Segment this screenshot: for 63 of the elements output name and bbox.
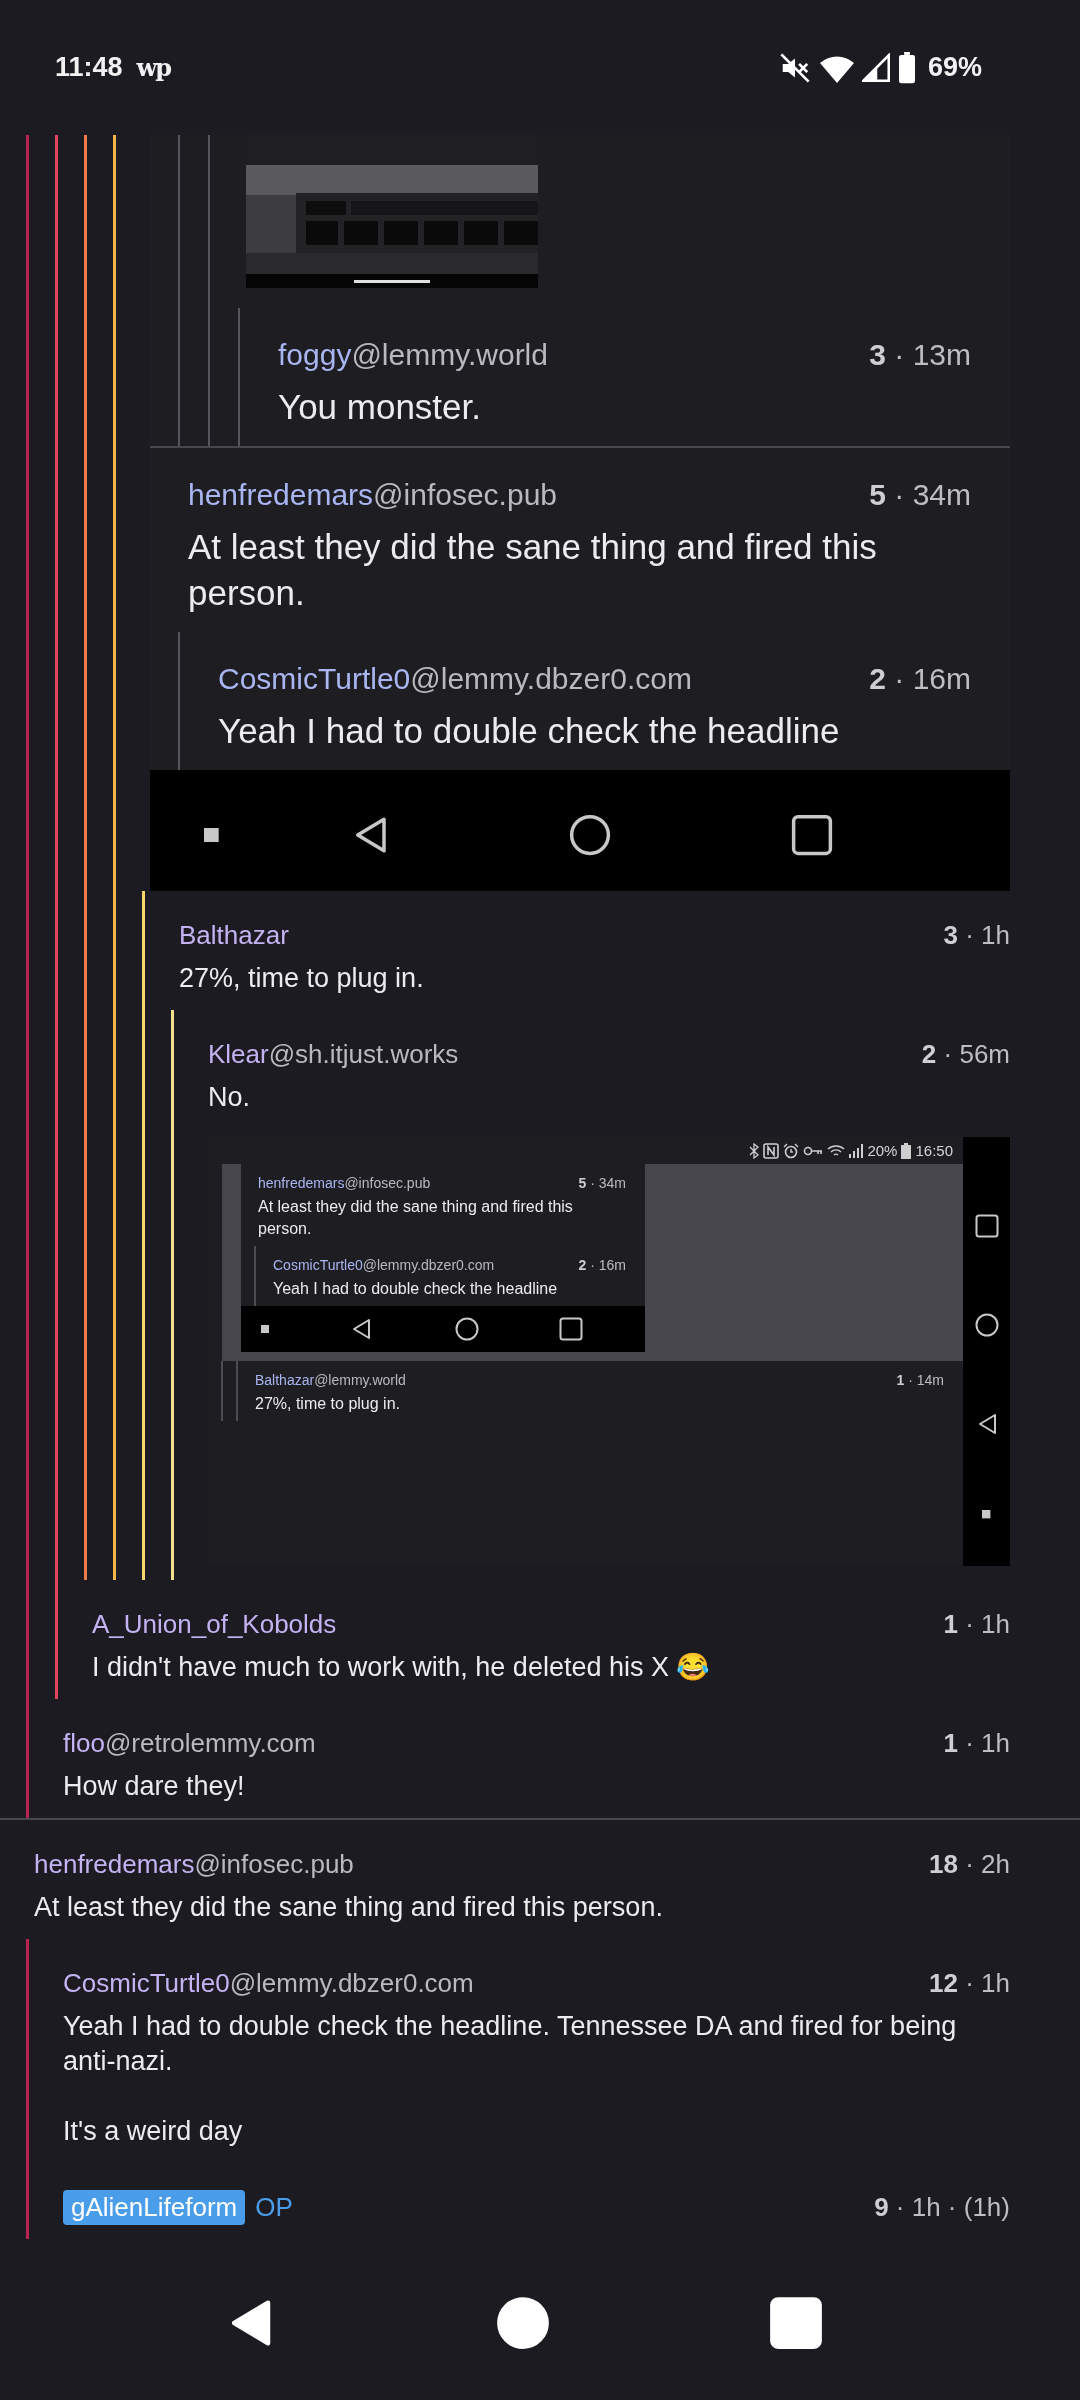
username[interactable]: henfredemars@infosec.pub <box>34 1848 354 1880</box>
alarm-icon <box>783 1142 800 1159</box>
score-and-age: 2 · 16m <box>869 662 971 696</box>
comment-text: 27%, time to plug in. <box>179 962 425 995</box>
username[interactable]: Klear@sh.itjust.works <box>208 1038 459 1070</box>
home-icon <box>455 1317 480 1341</box>
username[interactable]: Balthazar@lemmy.world <box>255 1372 406 1388</box>
recents-icon <box>790 814 833 856</box>
recents-icon <box>974 1214 999 1239</box>
comment-text: You monster. <box>278 386 482 428</box>
square-icon <box>982 1510 991 1519</box>
wifi-icon <box>827 1143 846 1158</box>
username[interactable]: floo@retrolemmy.com <box>63 1727 316 1759</box>
comment-text: Yeah I had to double check the headline. Tennessee DA and fired for being anti-nazi. <box>63 2010 958 2078</box>
username[interactable]: foggy@lemmy.world <box>278 338 548 372</box>
score-and-age: 1 · 1h <box>943 1727 1010 1759</box>
score-and-age: 2 · 16m <box>578 1257 626 1273</box>
comment-text: 27%, time to plug in. <box>255 1394 401 1414</box>
username[interactable]: A_Union_of_Kobolds <box>92 1608 337 1640</box>
signal-icon <box>861 52 890 83</box>
clock-time: 11:48 <box>55 52 123 83</box>
comment-text: At least they did the sane thing and fired this person. <box>188 526 878 614</box>
home-icon <box>496 2295 550 2350</box>
comment-text: At least they did the sane thing and fired this person. <box>34 1891 664 1924</box>
clock-time: 16:50 <box>915 1142 953 1159</box>
score-and-age: 1 · 1h <box>943 1608 1010 1640</box>
comment-text: Yeah I had to double check the headline <box>273 1279 559 1299</box>
comment-text: It's a weird day <box>63 2115 244 2148</box>
battery-level: 69% <box>927 52 982 83</box>
username[interactable]: CosmicTurtle0@lemmy.dbzer0.com <box>63 1967 474 1999</box>
battery-icon <box>901 1142 912 1159</box>
comment-text: How dare they! <box>63 1770 246 1803</box>
signal-icon <box>849 1143 864 1158</box>
app-logo: wp <box>136 53 171 82</box>
square-icon <box>261 1324 270 1334</box>
score-and-age: 3 · 1h <box>943 919 1010 951</box>
score-and-age: 12 · 1h <box>929 1967 1010 1999</box>
score-and-age: 5 · 34m <box>578 1175 626 1191</box>
comment-text: No. <box>208 1081 252 1114</box>
battery-level: 20% <box>867 1142 898 1159</box>
score-and-age: 9 · 1h · (1h) <box>874 2191 1010 2223</box>
score-and-age: 18 · 2h <box>929 1848 1010 1880</box>
battery-icon <box>897 51 916 84</box>
username[interactable]: henfredemars@infosec.pub <box>258 1175 431 1191</box>
recents-icon <box>769 2295 823 2350</box>
comment-text: I didn't have much to work with, he deleted his X 😂 <box>92 1651 712 1684</box>
username[interactable]: CosmicTurtle0@lemmy.dbzer0.com <box>218 662 692 696</box>
op-label: OP <box>255 2191 293 2223</box>
username[interactable]: Balthazar <box>179 919 289 951</box>
comment-text: Yeah I had to double check the headline <box>218 710 841 752</box>
username[interactable]: henfredemars@infosec.pub <box>188 478 557 512</box>
username[interactable]: CosmicTurtle0@lemmy.dbzer0.com <box>273 1257 495 1273</box>
recents-icon <box>559 1317 584 1341</box>
comment-text: At least they did the sane thing and fired this person. <box>258 1197 574 1239</box>
score-and-age: 3 · 13m <box>869 338 971 372</box>
square-icon <box>204 827 219 843</box>
home-icon <box>974 1312 999 1337</box>
score-and-age: 1 · 14m <box>896 1372 944 1388</box>
nfc-icon <box>763 1142 780 1159</box>
score-and-age: 2 · 56m <box>921 1038 1010 1070</box>
home-icon <box>568 814 611 856</box>
score-and-age: 5 · 34m <box>869 478 971 512</box>
bluetooth-icon <box>749 1142 760 1159</box>
